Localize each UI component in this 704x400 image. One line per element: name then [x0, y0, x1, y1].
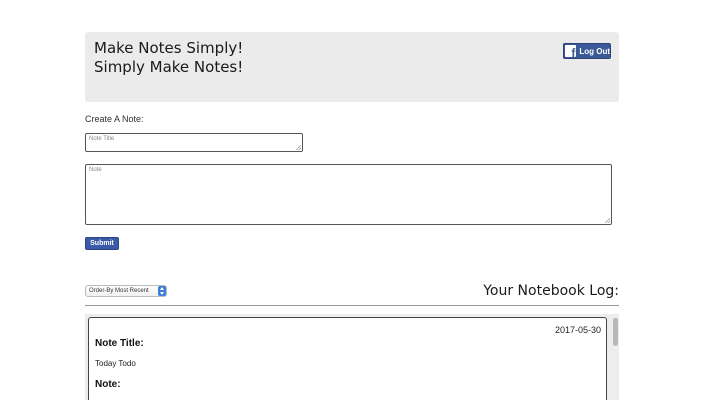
note-date: 2017-05-30 — [554, 325, 601, 335]
select-arrows-icon — [158, 286, 166, 296]
notebook-log-panel: 2017-05-30 Note Title: Today Todo Note: — [85, 314, 619, 400]
divider — [85, 305, 619, 306]
note-title-input[interactable]: Note Title — [85, 133, 303, 152]
logout-label: Log Out — [579, 46, 610, 56]
tagline-line-1: Make Notes Simply! — [94, 39, 244, 57]
note-body-placeholder: Note — [89, 167, 102, 173]
note-title-value: Today Todo — [95, 359, 136, 368]
order-by-select[interactable]: Order-By Most Recent — [85, 285, 167, 297]
page: Make Notes Simply! Simply Make Notes! f … — [0, 0, 704, 400]
notebook-log-heading: Your Notebook Log: — [483, 283, 619, 299]
log-scrollbar-thumb[interactable] — [613, 318, 618, 346]
note-title-label: Note Title: — [95, 338, 144, 349]
resize-grip-icon[interactable] — [605, 218, 610, 223]
logout-button[interactable]: f Log Out — [563, 43, 611, 59]
header-banner: Make Notes Simply! Simply Make Notes! f … — [85, 32, 619, 102]
submit-button[interactable]: Submit — [85, 237, 119, 250]
order-by-selected-value: Order-By Most Recent — [89, 288, 149, 294]
create-note-label: Create A Note: — [85, 114, 144, 124]
note-body-label: Note: — [95, 379, 121, 390]
note-title-placeholder: Note Title — [89, 136, 115, 142]
tagline-line-2: Simply Make Notes! — [94, 58, 244, 76]
log-scrollbar[interactable] — [612, 317, 619, 400]
facebook-icon: f — [565, 45, 577, 57]
note-card: 2017-05-30 Note Title: Today Todo Note: — [88, 317, 607, 400]
note-body-input[interactable]: Note — [85, 164, 612, 225]
resize-grip-icon[interactable] — [296, 145, 301, 150]
